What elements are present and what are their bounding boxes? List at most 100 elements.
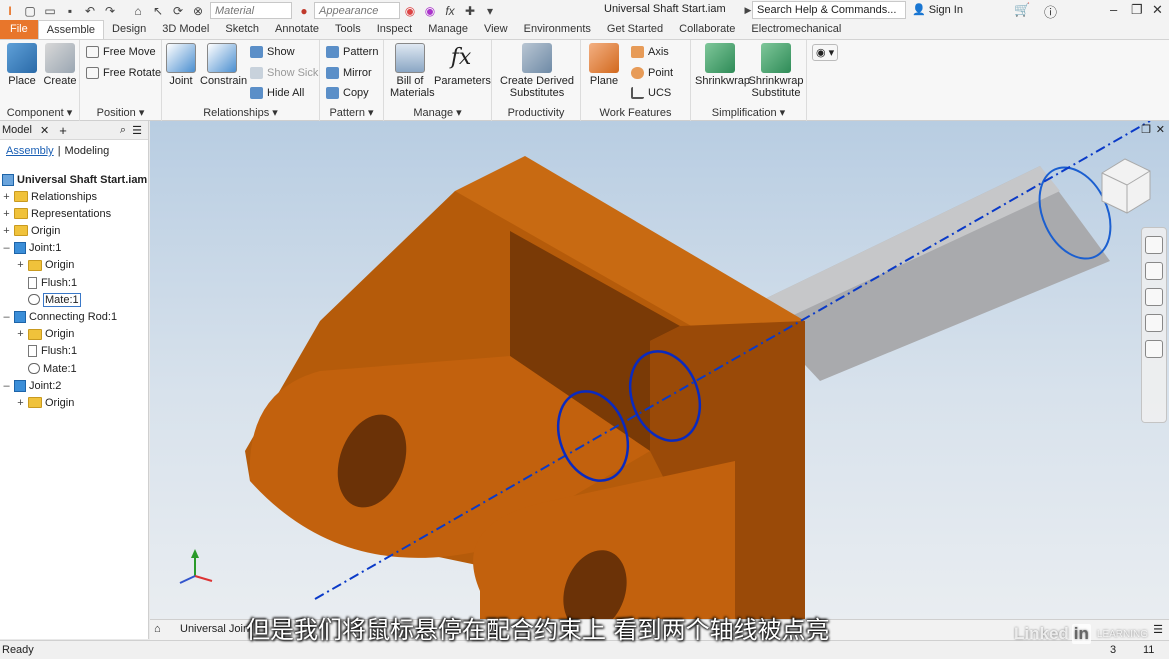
help-icon[interactable]: ⓘ — [1044, 2, 1057, 21]
ribbon-tab-inspect[interactable]: Inspect — [369, 20, 420, 39]
hide-all-button[interactable]: Hide All — [250, 87, 304, 99]
ribbon-tab-electromechanical[interactable]: Electromechanical — [743, 20, 849, 39]
orbit-icon[interactable] — [1145, 314, 1163, 332]
plane-button[interactable]: Plane — [585, 43, 623, 87]
place-button[interactable]: Place — [3, 43, 41, 87]
modeling-mode-link[interactable]: Modeling — [65, 145, 110, 157]
expand-toggle-icon[interactable]: + — [16, 259, 25, 271]
joint-button[interactable]: Joint — [162, 43, 200, 87]
color-override-icon[interactable]: ◉ — [402, 3, 418, 19]
quick-access-customize-button[interactable]: ◉ ▾ — [812, 44, 839, 61]
browser-tab-model[interactable]: Model — [2, 124, 32, 136]
tree-item-representations[interactable]: + Representations — [2, 205, 111, 222]
zoom-icon[interactable] — [1145, 288, 1163, 306]
save-icon[interactable]: ▪ — [62, 3, 78, 19]
home-icon[interactable]: ⌂ — [130, 3, 146, 19]
tree-item-relationships[interactable]: + Relationships — [2, 188, 97, 205]
ribbon-tab-collaborate[interactable]: Collaborate — [671, 20, 743, 39]
create-button[interactable]: Create — [41, 43, 79, 87]
free-rotate-button[interactable]: Free Rotate — [86, 67, 161, 79]
ribbon-tab-design[interactable]: Design — [104, 20, 154, 39]
bill-of-materials-button[interactable]: Bill of Materials — [390, 43, 435, 99]
point-button[interactable]: Point — [631, 67, 673, 79]
expand-toggle-icon[interactable]: + — [2, 191, 11, 203]
material-select[interactable]: Material — [210, 2, 292, 19]
viewport-restore-icon[interactable]: ❐ — [1141, 123, 1151, 136]
expand-toggle-icon[interactable]: – — [2, 311, 11, 323]
ribbon-tab-manage[interactable]: Manage — [420, 20, 476, 39]
ribbon-tab-get-started[interactable]: Get Started — [599, 20, 671, 39]
customize-icon[interactable]: ▾ — [482, 3, 498, 19]
model-canvas[interactable] — [150, 121, 1169, 619]
close-tab-icon[interactable]: ✕ — [40, 124, 49, 137]
fx-icon[interactable]: fx — [442, 3, 458, 19]
search-icon[interactable]: ⌕ — [120, 124, 126, 137]
expand-toggle-icon[interactable]: – — [2, 242, 11, 254]
copy-button[interactable]: Copy — [326, 87, 369, 99]
tree-item-joint-2[interactable]: – Joint:2 — [2, 377, 61, 394]
mirror-button[interactable]: Mirror — [326, 67, 372, 79]
view-cube[interactable] — [1101, 158, 1151, 214]
show-button[interactable]: Show — [250, 46, 295, 58]
tree-item-origin[interactable]: + Origin — [16, 394, 74, 411]
viewport-close-icon[interactable]: ✕ — [1156, 123, 1165, 136]
expand-toggle-icon[interactable]: + — [2, 225, 11, 237]
pan-icon[interactable] — [1145, 262, 1163, 280]
appearance-select[interactable]: Appearance — [314, 2, 400, 19]
close-button[interactable]: ✕ — [1152, 2, 1163, 18]
ribbon-tab-3d-model[interactable]: 3D Model — [154, 20, 217, 39]
parameters-button[interactable]: fx Parameters — [434, 43, 491, 87]
ribbon-tab-annotate[interactable]: Annotate — [267, 20, 327, 39]
ribbon-tab-view[interactable]: View — [476, 20, 516, 39]
cart-icon[interactable]: 🛒 — [1014, 2, 1030, 18]
ucs-button[interactable]: UCS — [631, 87, 671, 99]
ribbon-tab-file[interactable]: File — [0, 20, 38, 39]
plus-icon[interactable]: ✚ — [462, 3, 478, 19]
manage-group-label[interactable]: Manage ▾ — [384, 106, 491, 119]
tree-item-flush-1[interactable]: Flush:1 — [16, 274, 77, 291]
ribbon-tab-sketch[interactable]: Sketch — [217, 20, 267, 39]
shrinkwrap-button[interactable]: Shrinkwrap — [695, 43, 750, 87]
ribbon-tab-environments[interactable]: Environments — [516, 20, 599, 39]
tree-item-origin[interactable]: + Origin — [2, 222, 60, 239]
tree-item-mate-1[interactable]: Mate:1 — [16, 360, 77, 377]
add-tab-icon[interactable]: + — [59, 123, 67, 138]
assembly-mode-link[interactable]: Assembly — [6, 145, 54, 157]
pattern-group-label[interactable]: Pattern ▾ — [320, 106, 383, 119]
show-sick-button[interactable]: Show Sick — [250, 67, 318, 79]
expand-toggle-icon[interactable]: + — [16, 328, 25, 340]
new-file-icon[interactable]: ▢ — [22, 3, 38, 19]
pattern-button[interactable]: Pattern — [326, 46, 378, 58]
tree-item-origin[interactable]: + Origin — [16, 257, 74, 274]
redo-icon[interactable]: ↷ — [102, 3, 118, 19]
select-icon[interactable]: ↖ — [150, 3, 166, 19]
minimize-button[interactable]: – — [1110, 2, 1117, 17]
tree-item-connecting-rod-1[interactable]: – Connecting Rod:1 — [2, 308, 117, 325]
create-derived-substitutes-button[interactable]: Create Derived Substitutes — [498, 43, 576, 99]
look-at-icon[interactable] — [1145, 340, 1163, 358]
shrinkwrap-substitute-button[interactable]: Shrinkwrap Substitute — [747, 43, 805, 99]
tree-item-origin[interactable]: + Origin — [16, 326, 74, 343]
open-folder-icon[interactable]: ▭ — [42, 3, 58, 19]
tab-menu-icon[interactable]: ☰ — [1153, 623, 1163, 636]
relationships-group-label[interactable]: Relationships ▾ — [162, 106, 319, 119]
home-tab-icon[interactable]: ⌂ — [154, 623, 161, 635]
update-icon[interactable]: ⟳ — [170, 3, 186, 19]
tree-root[interactable]: Universal Shaft Start.iam — [2, 171, 147, 188]
document-tab[interactable]: Universal Joint — [180, 623, 252, 635]
tree-item-flush-1[interactable]: Flush:1 — [16, 343, 77, 360]
tree-item-mate-1[interactable]: Mate:1 — [16, 291, 81, 308]
simplification-group-label[interactable]: Simplification ▾ — [691, 106, 806, 119]
expand-toggle-icon[interactable]: – — [2, 380, 11, 392]
clear-icon[interactable]: ⊗ — [190, 3, 206, 19]
axis-button[interactable]: Axis — [631, 46, 669, 58]
ribbon-tab-assemble[interactable]: Assemble — [37, 20, 105, 39]
ribbon-tab-tools[interactable]: Tools — [327, 20, 369, 39]
expand-toggle-icon[interactable]: + — [2, 208, 11, 220]
search-input[interactable]: Search Help & Commands... — [752, 1, 906, 19]
constrain-button[interactable]: Constrain — [200, 43, 247, 87]
graphics-viewport[interactable]: ❐ ✕ — [150, 121, 1169, 619]
tree-item-joint-1[interactable]: – Joint:1 — [2, 240, 61, 257]
free-move-button[interactable]: Free Move — [86, 46, 156, 58]
menu-icon[interactable]: ☰ — [132, 124, 142, 137]
